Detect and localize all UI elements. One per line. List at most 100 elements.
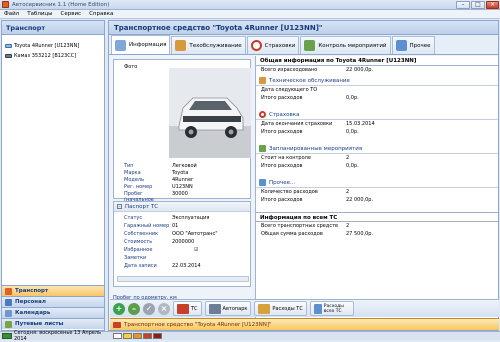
tree-item-label: Toyota 4Runner [U123NN] xyxy=(14,43,80,49)
summary-row: Дата окончания страховки 15.03.2014 xyxy=(261,121,375,127)
maximize-button[interactable]: □ xyxy=(471,1,485,9)
tree-item-label: Камаз 353212 [В123СС] xyxy=(14,53,77,59)
passport-header[interactable]: – Паспорт ТС xyxy=(114,202,250,212)
summary-row: Дата следующего ТО xyxy=(261,87,318,93)
other-icon xyxy=(395,40,407,51)
field-type: Тип Легковой xyxy=(124,163,197,169)
summary-panel: Общая информация по Toyota 4Runner [U123… xyxy=(255,56,498,319)
nav-waybills[interactable]: Путевые листы xyxy=(2,318,104,329)
vehicle-window-title: Транспортное средство "Toyota 4Runner [U… xyxy=(109,21,498,35)
summary-row: Всего транспортных средств 2 xyxy=(261,223,350,229)
control-icon xyxy=(304,40,316,51)
suv-image xyxy=(169,68,251,158)
menu-bar: Файл Таблицы Сервис Справка xyxy=(0,10,500,19)
tab-label: Прочее xyxy=(409,42,431,49)
expenses-icon xyxy=(258,303,271,314)
photo-label: Фото xyxy=(124,64,138,70)
transport-icon xyxy=(5,287,12,295)
tab-label: Информация xyxy=(129,42,167,48)
car-icon xyxy=(5,44,12,48)
selection-status: Транспортное средство "Toyota 4Runner [U… xyxy=(110,318,499,330)
tab-label: Страховки xyxy=(264,42,296,49)
add-button[interactable]: + xyxy=(113,302,125,315)
menu-file[interactable]: Файл xyxy=(0,11,23,17)
personnel-icon xyxy=(5,298,12,306)
passport-favorite: Избранное ☑ xyxy=(114,247,252,253)
tab-strip: Информация Техобслуживание Страховки Кон… xyxy=(109,35,498,55)
nav-label: Путевые листы xyxy=(15,321,64,327)
close-button[interactable]: × xyxy=(486,1,499,9)
lifebuoy-icon xyxy=(250,40,262,51)
edit-button[interactable]: – xyxy=(128,302,140,315)
menu-service[interactable]: Сервис xyxy=(57,11,86,17)
nav-calendar[interactable]: Календарь xyxy=(2,307,104,318)
tree-item-kamaz[interactable]: Камаз 353212 [В123СС] xyxy=(5,51,101,61)
nav-label: Календарь xyxy=(15,310,51,316)
favorite-checkbox[interactable]: ☑ xyxy=(172,247,252,253)
color-legend-darkred xyxy=(153,333,162,339)
section-insurance: Страховка xyxy=(256,110,498,120)
tab-events-control[interactable]: Контроль мероприятий xyxy=(300,36,391,54)
summary-row: Всего израсходовано 22 000,0р. xyxy=(261,67,374,73)
action-toolbar: + – ✓ × ТС Автопарк Расходы ТС Расходы в… xyxy=(110,299,499,317)
passport-scrollbar[interactable] xyxy=(117,276,249,282)
nav-label: Транспорт xyxy=(15,288,49,294)
passport-record-date: Дата записи 22.03.2014 xyxy=(124,263,201,269)
planned-icon xyxy=(259,145,266,152)
tab-insurance[interactable]: Страховки xyxy=(246,36,300,54)
passport-owner: Собственник ООО "Автотранс" xyxy=(124,231,218,237)
wrench-icon xyxy=(259,77,266,84)
passport-cost: Стоимость 2000000 xyxy=(124,239,195,245)
app-icon xyxy=(2,1,9,8)
car-icon xyxy=(113,321,121,328)
vehicle-report-button[interactable]: ТС xyxy=(173,301,202,316)
vehicle-card: Фото Тип Легковой Марка Toyota Модель 4Runn… xyxy=(113,59,251,209)
nav-personnel[interactable]: Персонал xyxy=(2,296,104,307)
section-other: Прочее... xyxy=(256,178,498,188)
title-bar: Автосервисник 1.1 (Home Edition) – □ × xyxy=(0,0,500,10)
vehicle-window: Транспортное средство "Toyota 4Runner [U… xyxy=(108,20,499,331)
lifebuoy-icon xyxy=(259,111,266,118)
menu-help[interactable]: Справка xyxy=(85,11,117,17)
date-icon xyxy=(2,333,12,339)
tab-info[interactable]: Информация xyxy=(111,35,171,54)
section-maintenance: Техническое обслуживание xyxy=(256,76,498,86)
summary-row: Итого расходов 0,0р. xyxy=(261,129,359,135)
field-make: Марка Toyota xyxy=(124,170,189,176)
passport-status: Статус Эксплуатация xyxy=(124,215,210,221)
tab-label: Техобслуживание xyxy=(189,42,242,49)
passport-garage-number: Гаражный номер 01 xyxy=(124,223,179,229)
vehicle-tree: Toyota 4Runner [U123NN] Камаз 353212 [В1… xyxy=(2,35,104,67)
calendar-icon xyxy=(5,309,12,317)
tree-item-toyota[interactable]: Toyota 4Runner [U123NN] xyxy=(5,41,101,51)
accept-button[interactable]: ✓ xyxy=(143,302,155,315)
today-date: Сегодня: воскресенье 13 Апрель 2014 xyxy=(14,330,102,342)
color-legend-yellow xyxy=(123,333,132,339)
vehicle-photo xyxy=(169,68,251,158)
minimize-button[interactable]: – xyxy=(456,1,470,9)
section-planned: Запланированные мероприятия xyxy=(256,144,498,154)
summary-row: Итого расходов 0,0р. xyxy=(261,95,359,101)
fleet-report-button[interactable]: Автопарк xyxy=(204,301,252,316)
all-expenses-button[interactable]: Расходы всех ТС xyxy=(309,301,354,316)
menu-tables[interactable]: Таблицы xyxy=(23,11,56,17)
summary-row: Итого расходов 0,0р. xyxy=(261,163,359,169)
waybill-icon xyxy=(5,320,12,328)
nav-transport[interactable]: Транспорт xyxy=(2,285,104,296)
color-legend-red xyxy=(143,333,152,339)
passport-panel: – Паспорт ТС Статус Эксплуатация Гаражный… xyxy=(113,201,251,287)
car-icon xyxy=(177,303,189,314)
nav-label: Персонал xyxy=(15,299,46,305)
vehicle-expenses-button[interactable]: Расходы ТС xyxy=(254,301,307,316)
passport-notes: Заметки xyxy=(124,255,147,261)
field-reg-number: Рег. номер U123NN xyxy=(124,184,193,190)
info-icon xyxy=(115,39,126,51)
field-model: Модель 4Runner xyxy=(124,177,194,183)
all-expenses-icon xyxy=(313,303,322,314)
tab-maintenance[interactable]: Техобслуживание xyxy=(171,36,246,54)
left-panel: Транспорт Toyota 4Runner [U123NN] Камаз … xyxy=(1,20,105,331)
passport-title: Паспорт ТС xyxy=(125,203,159,210)
delete-button[interactable]: × xyxy=(158,302,170,315)
tab-other[interactable]: Прочее xyxy=(391,36,435,54)
status-bar: Сегодня: воскресенье 13 Апрель 2014 xyxy=(0,330,500,342)
